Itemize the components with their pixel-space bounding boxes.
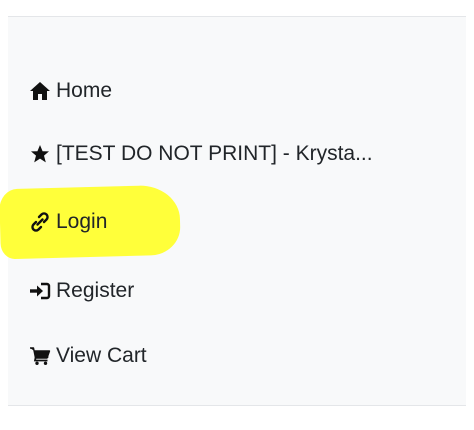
nav-item-login[interactable]: Login xyxy=(28,204,107,240)
star-icon xyxy=(28,142,52,166)
sign-in-icon xyxy=(28,279,52,303)
nav-item-home[interactable]: Home xyxy=(28,73,112,109)
link-icon xyxy=(28,210,52,234)
nav-item-label: Register xyxy=(56,279,135,302)
nav-item-label: View Cart xyxy=(56,344,147,367)
nav-item-label: Home xyxy=(56,79,113,102)
cart-icon xyxy=(28,344,52,368)
nav-item-event[interactable]: [TEST DO NOT PRINT] - Krysta... xyxy=(28,136,468,172)
nav-item-label: Login xyxy=(56,210,108,233)
home-icon xyxy=(28,79,52,103)
nav-item-view-cart[interactable]: View Cart xyxy=(28,338,147,374)
nav-item-register[interactable]: Register xyxy=(28,273,134,309)
nav-item-label: [TEST DO NOT PRINT] - Krysta... xyxy=(56,142,373,165)
